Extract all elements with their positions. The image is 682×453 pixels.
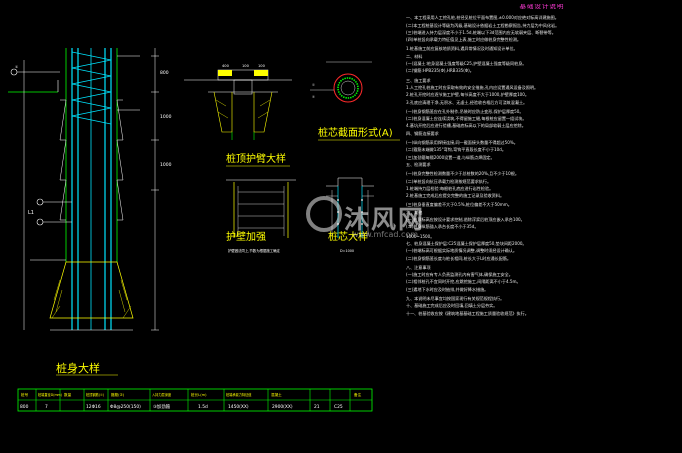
wall-note: 护壁做法同上,节数为根据施工确定: [228, 248, 281, 253]
pile-cap-title: 桩顶护臂大样: [226, 152, 286, 165]
table-header: 箍筋(②): [111, 392, 125, 397]
note-line: (二)单桩竖向抗压承载力检测按规范要求执行。: [406, 178, 492, 184]
svg-text:②: ②: [312, 95, 315, 99]
note-line: 八、注意事项: [406, 264, 431, 270]
note-line: (二)箍筋末端做135°弯钩,弯钩平直段长度不小于10d。: [406, 147, 506, 153]
note-line: (二)桩身钢筋笼长度与桩长相同,桩长大于L时应通长配筋。: [406, 255, 512, 261]
note-line: 九、本说明未尽事宜均按国家现行有关规范规程执行。: [406, 295, 505, 301]
note-line: 三、施工要求: [406, 77, 431, 83]
table-cell: 21: [314, 404, 320, 410]
table-cell: ③加劲箍: [153, 403, 171, 410]
note-line: 1.人工挖孔桩施工时应采取有效的安全措施,孔内应设置通风设备及照明。: [406, 84, 539, 90]
pile-bell-base: [49, 261, 134, 331]
dim-label: 800: [160, 70, 169, 76]
note-line: (三)遇地下水时应及时抽排,并做好降水措施。: [406, 286, 489, 292]
note-line: (三)加劲箍每隔2000设置一道,与纵筋点焊固定。: [406, 154, 495, 160]
note-line: (三)桩身垂直度偏差不大于0.5%,桩位偏差不大于50mm。: [406, 202, 512, 208]
note-line: (三)桩端进入持力层深度不小于1.5d,桩端以下3d范围内应无软弱夹层、断裂带等…: [406, 29, 556, 35]
note-line: (一)桩身钢筋笼应在孔外制作,吊装时应防止变形,保护层厚度50。: [406, 108, 524, 114]
table-cell: 1450(XX): [228, 404, 249, 410]
note-line: 七、桩身混凝土保护层:C25混凝土保护层厚度50,垫块间距2000。: [406, 240, 527, 246]
note-line: (二)钢筋:HPB235(Φ),HRB335(Φ)。: [406, 68, 474, 74]
note-line: 3.孔底应清理干净,无积水、无虚土,经验收合格后方可浇筑混凝土。: [406, 99, 528, 105]
note-line: (一)施工时应有专人负责监测孔内有害气体,确保施工安全。: [406, 272, 513, 278]
note-line: 4.基坑开挖后应进行验槽,基础底标高以下的局部软弱土层应挖除。: [406, 123, 526, 129]
table-cell: Φ8@250(150): [110, 404, 141, 410]
note-line: 2.桩孔开挖时应逐节施工护壁,每节高度不大于1000,护壁厚度100。: [406, 92, 529, 98]
table-cell: 1.5d: [198, 404, 208, 410]
table-header: 桩号: [21, 392, 29, 397]
note-line: (一)混凝土:桩身混凝土强度等级C25,护壁混凝土强度等级同桩身。: [406, 61, 527, 67]
dim-label: 1000: [160, 114, 172, 120]
cap-dim: 100: [258, 64, 266, 68]
pile-cap-detail: 400 100 100 桩顶护臂大样: [184, 64, 292, 167]
marker-label: ①: [15, 65, 18, 69]
note-line: (一)桩身完整性检测数量不少于总桩数的20%,且不少于10根。: [406, 171, 519, 177]
note-line: 五、检测要求: [406, 161, 431, 167]
table-cell: 7: [45, 404, 48, 410]
table-header: 入持力层深度: [152, 392, 172, 397]
note-line: (二)桩身纵筋锚入承台长度不小于35d。: [406, 224, 479, 230]
note-line: 1.桩基施工前应复核地质资料,遇异常情况及时通知设计单位。: [406, 46, 518, 52]
pile-body-title: 桩身大样: [56, 361, 100, 375]
cap-dim: 100: [242, 64, 250, 68]
table-header: 桩端承载力特征值: [226, 392, 252, 397]
dim-label: L1: [28, 210, 34, 216]
pile-body-detail: 800 1000 1000 L1 ① 桩身大样: [8, 48, 172, 376]
note-line: 六、其他: [406, 209, 423, 215]
note-line: 2.桩基施工完成后应提交完整的施工记录及验收资料。: [406, 193, 505, 199]
table-header: 桩端直径D(mm): [38, 392, 62, 397]
table-header: 桩顶钢筋(①): [86, 392, 104, 397]
table-cell: C25: [334, 404, 343, 410]
note-line: (一)桩顶标高应按设计要求控制,凿除浮浆后桩顶应嵌入承台100。: [406, 217, 525, 223]
pile-section-a: ① ② 桩芯截面形式(A): [310, 61, 400, 141]
note-line: 一、本工程采用人工挖孔桩,桩径见桩位平面布置图,±0.000对应绝对标高详建施图…: [406, 15, 559, 21]
table-header: 混凝土: [271, 392, 282, 397]
table-cell: 12Φ16: [86, 404, 101, 410]
note-line: 二、材料: [406, 53, 423, 59]
wall-title: 护壁加强: [226, 230, 266, 243]
table-header: 数量: [64, 392, 72, 397]
note-line: (一)桩端标高可根据实际地质情况调整,调整时须经设计确认。: [406, 248, 517, 254]
notes-lines: 一、本工程采用人工挖孔桩,桩径见桩位平面布置图,±0.000对应绝对标高详建施图…: [406, 15, 678, 316]
table-cell: 800: [20, 404, 29, 410]
note-line: (四)单桩竖向承载力特征值见上表,施工时应做桩身完整性检测。: [406, 37, 522, 43]
d-label: D=1000: [340, 249, 354, 253]
note-line: 1000~1500。: [406, 233, 435, 239]
note-line: (二)本工程桩基设计等级为丙级,基础设计依据岩土工程勘察报告,持力层为中风化岩。: [406, 22, 560, 28]
svg-text:①: ①: [312, 83, 315, 87]
note-line: (二)桩身混凝土应连续浇筑,不得留施工缝,每根桩应留置一组试块。: [406, 116, 527, 122]
dim-label: 1000: [160, 162, 172, 168]
pile-core-detail: 桩芯大样 D=1000: [326, 177, 374, 253]
note-line: 1.桩端持力层检验:每根桩孔底应进行岩性检验。: [406, 185, 494, 191]
section-title: 桩芯截面形式(A): [318, 126, 393, 139]
table-header: 桩长L(m): [191, 392, 207, 397]
note-line: (一)纵向钢筋采用焊接连接,同一截面接头数量不得超过50%。: [406, 140, 518, 146]
note-line: 十一、桩基验收应按《建筑地基基础工程施工质量验收规范》执行。: [406, 310, 529, 316]
cap-dim: 400: [222, 64, 230, 68]
marker-circle: [10, 68, 18, 76]
note-line: 四、钢筋连接要求: [406, 130, 439, 136]
note-line: 十、基础施工完成后应及时回填,回填土分层夯实。: [406, 303, 498, 309]
table-header: 备注: [354, 392, 362, 397]
note-line: (二)相邻桩孔不宜同时开挖,应跳挖施工,间隔距离不小于4.5m。: [406, 279, 521, 285]
table-cell: 2900(XX): [272, 404, 293, 410]
pile-schedule-table: 桩号 桩端直径D(mm) 数量 桩顶钢筋(①) 箍筋(②) 入持力层深度 桩长L…: [17, 388, 373, 412]
notes-title: 基础设计说明: [519, 4, 565, 10]
section2-title: 桩芯大样: [328, 230, 368, 243]
wall-reinforcement-detail: 护壁加强 护壁做法同上,节数为根据施工确定: [226, 179, 296, 253]
design-notes: 基础设计说明 一、本工程采用人工挖孔桩,桩径见桩位平面布置图,±0.000对应绝…: [406, 4, 678, 444]
